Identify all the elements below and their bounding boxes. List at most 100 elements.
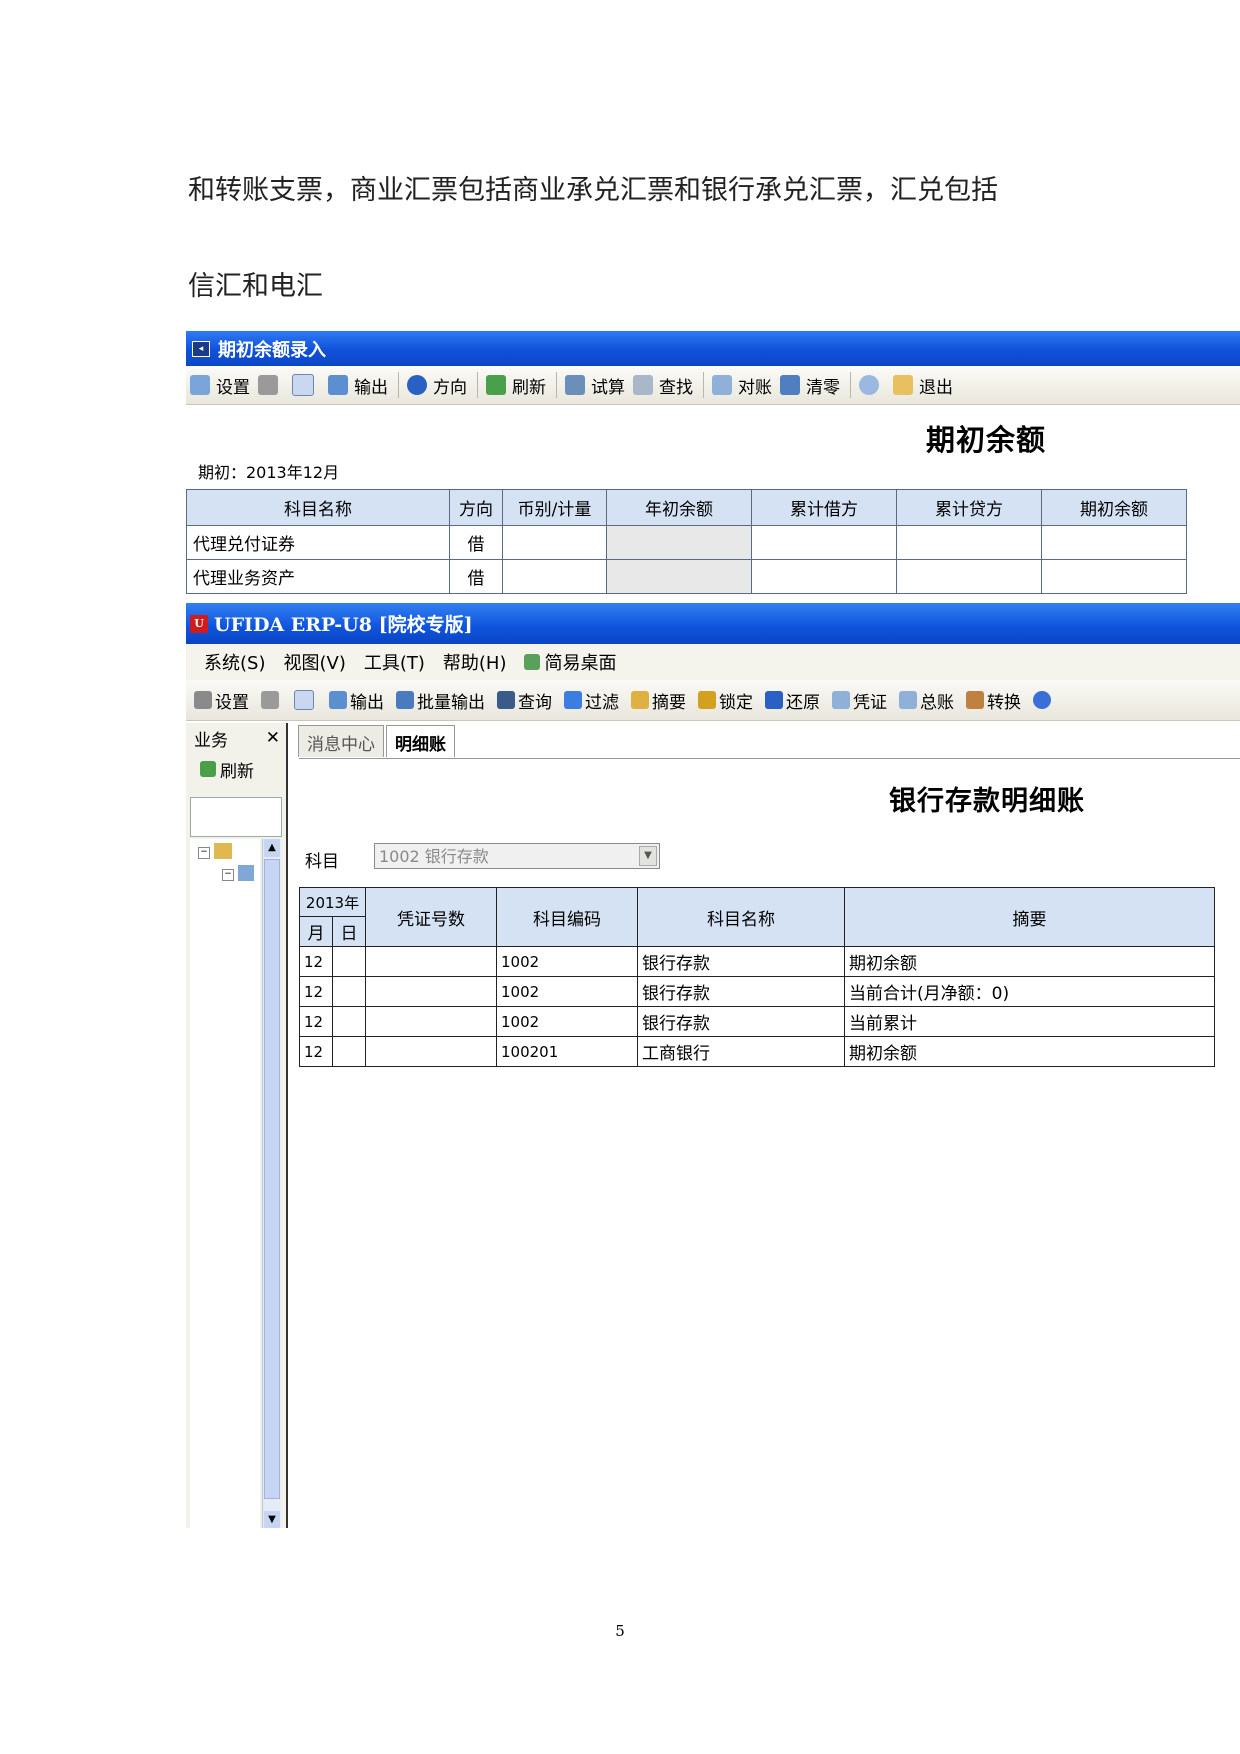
subject-select[interactable]: 1002 银行存款 ▼: [374, 843, 660, 869]
window-titlebar: ◂ 期初余额录入: [186, 331, 1240, 366]
close-icon[interactable]: ✕: [266, 728, 280, 748]
cell-name: 银行存款: [637, 946, 845, 977]
col-currency-unit: 币别/计量: [502, 489, 607, 526]
menu-help[interactable]: 帮助(H): [443, 649, 507, 675]
grid-icon: [780, 375, 800, 395]
tree-collapse-icon[interactable]: −: [198, 847, 210, 859]
tree-collapse-icon[interactable]: −: [222, 869, 234, 881]
ledger-grid: 2013年 凭证号数 科目编码 科目名称 摘要 月 日 12 1002 银行存款…: [299, 887, 1215, 1067]
panel-search-box[interactable]: [190, 797, 282, 837]
menu-view[interactable]: 视图(V): [283, 649, 345, 675]
cell-name: 银行存款: [637, 976, 845, 1007]
lock-button[interactable]: 锁定: [698, 688, 753, 713]
convert-button[interactable]: 转换: [966, 688, 1021, 713]
direction-button[interactable]: 方向: [407, 373, 467, 398]
restore-button[interactable]: 还原: [765, 688, 820, 713]
voucher-button[interactable]: 凭证: [832, 688, 887, 713]
cell-voucher: [365, 976, 497, 1007]
print-preview-icon: [294, 690, 314, 710]
table-row[interactable]: 12 1002 银行存款 期初余额: [299, 946, 1215, 977]
table-row[interactable]: 代理业务资产 借: [186, 559, 1187, 594]
table-row[interactable]: 12 100201 工商银行 期初余额: [299, 1036, 1215, 1067]
scroll-up-icon[interactable]: ▲: [264, 839, 280, 857]
convert-icon: [966, 691, 984, 709]
col-opening-balance: 期初余额: [1041, 489, 1187, 526]
general-ledger-button[interactable]: 总账: [899, 688, 954, 713]
exit-button[interactable]: 退出: [893, 373, 953, 398]
filter-button[interactable]: 过滤: [564, 688, 619, 713]
tab-detail-ledger[interactable]: 明细账: [386, 725, 455, 757]
table-row[interactable]: 12 1002 银行存款 当前合计(月净额：0): [299, 976, 1215, 1007]
help-button[interactable]: [1033, 691, 1054, 709]
separator: [556, 372, 557, 398]
chevron-down-icon[interactable]: ▼: [639, 846, 657, 866]
col-cum-credit: 累计贷方: [896, 489, 1042, 526]
batch-output-button[interactable]: 批量输出: [396, 688, 485, 713]
scale-icon: [565, 375, 585, 395]
panel-refresh-button[interactable]: 刷新: [186, 753, 286, 785]
toolbar: 设置 输出 批量输出 查询 过滤 摘要 锁定 还原 凭证 总账 转换: [186, 680, 1240, 721]
cell-day: [332, 1036, 366, 1067]
table-row[interactable]: 12 1002 银行存款 当前累计: [299, 1006, 1215, 1037]
menu-simple-desktop[interactable]: 简易桌面: [524, 649, 616, 675]
refresh-button[interactable]: 刷新: [486, 373, 546, 398]
cell-month: 12: [299, 946, 333, 977]
help-icon: [859, 375, 879, 395]
settings-button[interactable]: 设置: [194, 688, 249, 713]
cell-summary: 当前合计(月净额：0): [844, 976, 1215, 1007]
col-direction: 方向: [449, 489, 503, 526]
cell-cum-credit[interactable]: [896, 525, 1042, 560]
separator: [850, 372, 851, 398]
cell-opening-balance[interactable]: [1041, 559, 1187, 594]
menu-system[interactable]: 系统(S): [204, 649, 265, 675]
output-button[interactable]: 输出: [328, 373, 388, 398]
toolbar: 设置 输出 方向 刷新 试算 查找 对账 清零 退出: [186, 366, 1240, 405]
folder-icon: [238, 865, 254, 881]
clear-button[interactable]: 清零: [780, 373, 840, 398]
find-button[interactable]: 查找: [633, 373, 693, 398]
help-button[interactable]: [859, 375, 885, 395]
scroll-thumb[interactable]: [264, 859, 280, 1499]
scroll-down-icon[interactable]: ▼: [264, 1511, 280, 1528]
undo-icon: [765, 691, 783, 709]
reconcile-button[interactable]: 对账: [712, 373, 772, 398]
cell-subject-name: 代理业务资产: [186, 559, 450, 594]
cell-voucher: [365, 946, 497, 977]
checklist-icon: [712, 375, 732, 395]
cell-cum-debit[interactable]: [751, 525, 897, 560]
query-button[interactable]: 查询: [497, 688, 552, 713]
tab-message-center[interactable]: 消息中心: [298, 725, 384, 757]
batch-export-icon: [396, 691, 414, 709]
lock-icon: [698, 691, 716, 709]
navigation-tree[interactable]: − −: [190, 839, 260, 1528]
menu-tools[interactable]: 工具(T): [364, 649, 425, 675]
output-button[interactable]: 输出: [329, 688, 384, 713]
four-arrows-icon: [407, 375, 427, 395]
cell-voucher: [365, 1006, 497, 1037]
print-preview-button[interactable]: [292, 374, 320, 396]
print-button[interactable]: [258, 375, 284, 395]
cell-year-opening: [606, 559, 752, 594]
paragraph-line-1: 和转账支票，商业汇票包括商业承兑汇票和银行承兑汇票，汇兑包括: [188, 175, 998, 206]
ledger-icon: [899, 691, 917, 709]
cell-code: 1002: [496, 1006, 638, 1037]
cell-opening-balance[interactable]: [1041, 525, 1187, 560]
cell-currency[interactable]: [502, 559, 607, 594]
find-icon: [633, 375, 653, 395]
print-button[interactable]: [261, 691, 282, 709]
period-label: 期初：2013年12月: [198, 463, 340, 482]
table-row[interactable]: 代理兑付证券 借: [186, 525, 1187, 560]
exit-icon: [893, 375, 913, 395]
cell-cum-credit[interactable]: [896, 559, 1042, 594]
binoculars-icon: [497, 691, 515, 709]
print-preview-icon: [292, 374, 314, 396]
settings-button[interactable]: 设置: [190, 373, 250, 398]
cell-cum-debit[interactable]: [751, 559, 897, 594]
separator: [398, 372, 399, 398]
summary-button[interactable]: 摘要: [631, 688, 686, 713]
col-cum-debit: 累计借方: [751, 489, 897, 526]
trial-balance-button[interactable]: 试算: [565, 373, 625, 398]
preview-button[interactable]: [294, 690, 317, 710]
cell-currency[interactable]: [502, 525, 607, 560]
vertical-scrollbar[interactable]: ▲ ▼: [262, 839, 281, 1528]
